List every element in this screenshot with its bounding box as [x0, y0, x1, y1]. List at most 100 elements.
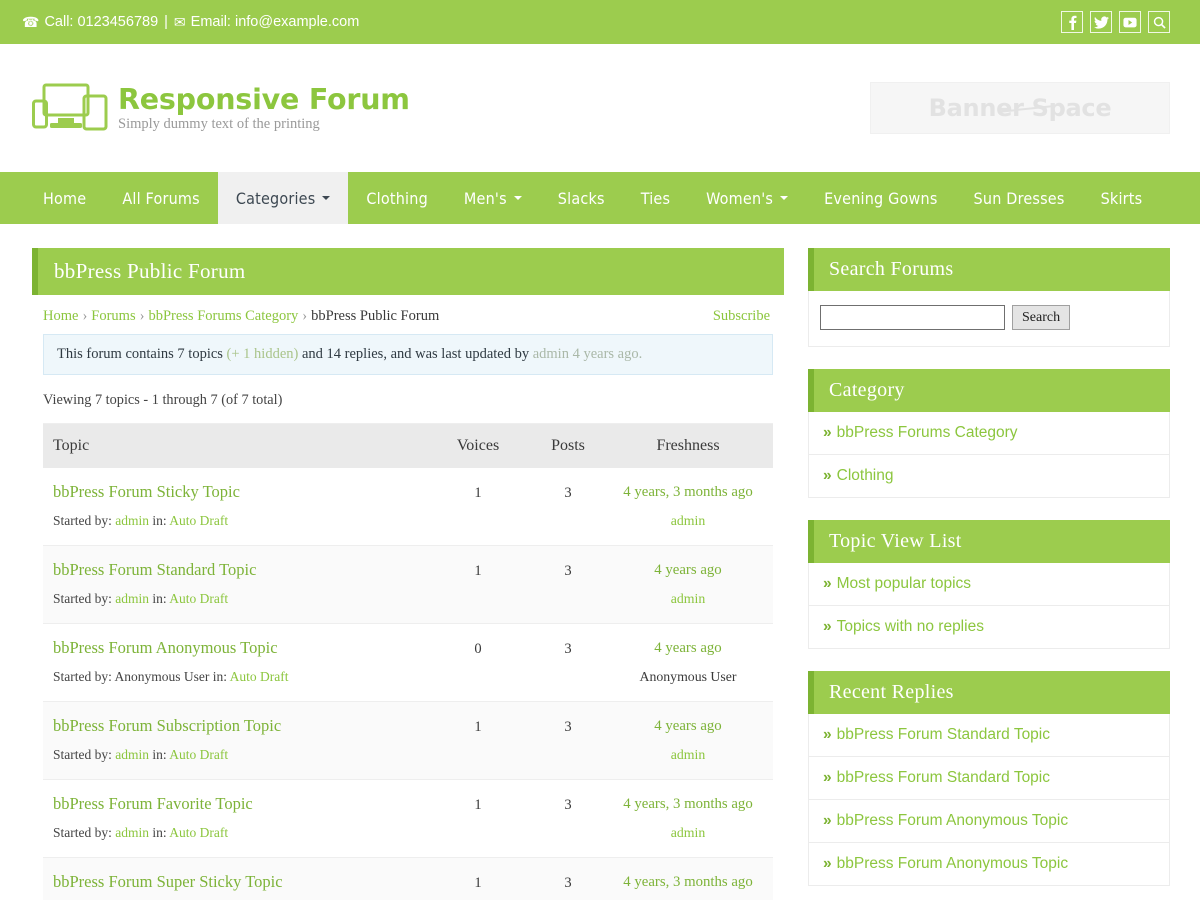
site-logo[interactable]: Responsive Forum Simply dummy text of th… — [32, 83, 410, 134]
topic-cell: bbPress Forum Favorite Topic Started by: … — [43, 794, 433, 841]
list-item[interactable]: » bbPress Forum Anonymous Topic — [809, 800, 1169, 843]
search-button[interactable]: Search — [1012, 305, 1071, 330]
widget-body-topic-view: » Most popular topics» Topics with no repl… — [808, 563, 1170, 649]
topics-table-body: bbPress Forum Sticky Topic Started by: ad… — [43, 468, 773, 900]
table-row: bbPress Forum Anonymous Topic Started by:… — [43, 624, 773, 702]
freshness-user[interactable]: admin — [613, 513, 763, 529]
started-by-label: Started by: — [53, 513, 116, 528]
nav-item-label: Home — [43, 188, 87, 208]
freshness-time[interactable]: 4 years ago — [613, 638, 763, 657]
email-label: Email: info@example.com — [190, 14, 360, 30]
widget-title-recent-replies: Recent Replies — [808, 671, 1170, 714]
banner-space[interactable]: Banner Space — [870, 82, 1170, 134]
posts-count: 3 — [564, 563, 572, 579]
breadcrumb-item[interactable]: Forums — [91, 308, 135, 324]
table-row: bbPress Forum Subscription Topic Started … — [43, 702, 773, 780]
search-icon[interactable] — [1148, 11, 1170, 33]
widget-body-recent-replies: » bbPress Forum Standard Topic» bbPress Fo… — [808, 714, 1170, 886]
topic-cell: bbPress Forum Super Sticky TopicStarted … — [43, 872, 433, 900]
topic-meta: Started by: admin in: Auto Draft — [53, 513, 433, 529]
list-item[interactable]: » bbPress Forum Standard Topic — [809, 714, 1169, 757]
topics-table-header: Topic Voices Posts Freshness — [43, 424, 773, 468]
viewing-count: Viewing 7 topics - 1 through 7 (of 7 tot… — [43, 392, 283, 408]
contact-info: ☎ Call: 0123456789 | ✉ Email: info@examp… — [22, 14, 359, 31]
list-item[interactable]: » bbPress Forum Anonymous Topic — [809, 843, 1169, 885]
responsive-devices-icon — [32, 83, 108, 131]
voices-count: 0 — [474, 641, 482, 657]
topic-author[interactable]: admin — [115, 591, 149, 606]
nav-item-home[interactable]: Home — [25, 172, 104, 224]
topic-link[interactable]: bbPress Forum Anonymous Topic — [53, 638, 433, 658]
nav-item-skirts[interactable]: Skirts — [1083, 172, 1161, 224]
widget-topic-view-list: Topic View List » Most popular topics» Top… — [808, 520, 1170, 649]
nav-item-men-s[interactable]: Men's — [446, 172, 540, 224]
topic-meta: Started by: admin in: Auto Draft — [53, 747, 433, 763]
nav-item-evening-gowns[interactable]: Evening Gowns — [806, 172, 955, 224]
topic-cell: bbPress Forum Subscription Topic Started … — [43, 716, 433, 763]
freshness-time[interactable]: 4 years, 3 months ago — [613, 794, 763, 813]
column-header-topic: Topic — [53, 437, 90, 454]
breadcrumb-item[interactable]: bbPress Forums Category — [148, 308, 298, 324]
nav-item-label: Categories — [235, 188, 316, 208]
nav-item-slacks[interactable]: Slacks — [540, 172, 623, 224]
topic-forum-link[interactable]: Auto Draft — [169, 591, 228, 606]
topic-link[interactable]: bbPress Forum Super Sticky Topic — [53, 872, 433, 892]
topic-author[interactable]: admin — [115, 825, 149, 840]
social-links — [1061, 11, 1170, 33]
nav-item-categories[interactable]: Categories — [217, 172, 349, 224]
topic-forum-link[interactable]: Auto Draft — [169, 747, 228, 762]
freshness-cell: 4 years ago Anonymous User — [613, 638, 763, 685]
top-contact-bar: ☎ Call: 0123456789 | ✉ Email: info@examp… — [0, 0, 1200, 44]
forum-main-column: bbPress Public Forum Home › Forums › bbPress… — [32, 248, 784, 900]
list-item-label: Topics with no replies — [836, 618, 984, 635]
breadcrumb-separator: › — [82, 308, 88, 324]
widget-title-topic-view: Topic View List — [808, 520, 1170, 563]
search-input[interactable] — [820, 305, 1005, 330]
in-label: in: — [149, 825, 170, 840]
nav-item-ties[interactable]: Ties — [623, 172, 688, 224]
voices-count: 1 — [474, 719, 482, 735]
freshness-user[interactable]: admin — [613, 747, 763, 763]
topic-author[interactable]: admin — [115, 747, 149, 762]
nav-item-sun-dresses[interactable]: Sun Dresses — [956, 172, 1083, 224]
topic-cell: bbPress Forum Standard Topic Started by: … — [43, 560, 433, 607]
topic-forum-link[interactable]: Auto Draft — [230, 669, 289, 684]
list-item[interactable]: » bbPress Forums Category — [809, 412, 1169, 455]
in-label: in: — [149, 513, 170, 528]
topic-link[interactable]: bbPress Forum Favorite Topic — [53, 794, 433, 814]
topic-forum-link[interactable]: Auto Draft — [169, 513, 228, 528]
topic-link[interactable]: bbPress Forum Sticky Topic — [53, 482, 433, 502]
subscribe-link[interactable]: Subscribe — [713, 308, 770, 325]
nav-item-women-s[interactable]: Women's — [688, 172, 806, 224]
freshness-time[interactable]: 4 years ago — [613, 560, 763, 579]
list-item[interactable]: » Topics with no replies — [809, 606, 1169, 648]
list-item-label: bbPress Forum Standard Topic — [836, 769, 1050, 786]
topic-link[interactable]: bbPress Forum Subscription Topic — [53, 716, 433, 736]
freshness-time[interactable]: 4 years, 3 months ago — [613, 482, 763, 501]
list-item[interactable]: » Most popular topics — [809, 563, 1169, 606]
page-title: bbPress Public Forum — [32, 248, 784, 295]
topic-forum-link[interactable]: Auto Draft — [169, 825, 228, 840]
list-item-label: bbPress Forum Standard Topic — [836, 726, 1050, 743]
freshness-user[interactable]: admin — [613, 591, 763, 607]
double-chevron-right-icon: » — [823, 726, 832, 743]
list-item[interactable]: » Clothing — [809, 455, 1169, 497]
column-header-voices: Voices — [456, 437, 500, 454]
breadcrumb-separator: › — [139, 308, 145, 324]
freshness-time[interactable]: 4 years ago — [613, 716, 763, 735]
breadcrumb-item[interactable]: Home — [43, 308, 78, 324]
nav-item-label: Clothing — [366, 188, 428, 208]
nav-item-all-forums[interactable]: All Forums — [104, 172, 218, 224]
topic-link[interactable]: bbPress Forum Standard Topic — [53, 560, 433, 580]
youtube-icon[interactable] — [1119, 11, 1141, 33]
list-item[interactable]: » bbPress Forum Standard Topic — [809, 757, 1169, 800]
twitter-icon[interactable] — [1090, 11, 1112, 33]
topic-author[interactable]: admin — [115, 513, 149, 528]
freshness-user[interactable]: admin — [613, 825, 763, 841]
freshness-time[interactable]: 4 years, 3 months ago — [613, 872, 763, 891]
nav-item-clothing[interactable]: Clothing — [348, 172, 446, 224]
notice-hidden-count: (+ 1 hidden) — [226, 346, 299, 362]
list-item-label: bbPress Forums Category — [836, 424, 1018, 441]
voices-count: 1 — [474, 875, 482, 891]
facebook-icon[interactable] — [1061, 11, 1083, 33]
